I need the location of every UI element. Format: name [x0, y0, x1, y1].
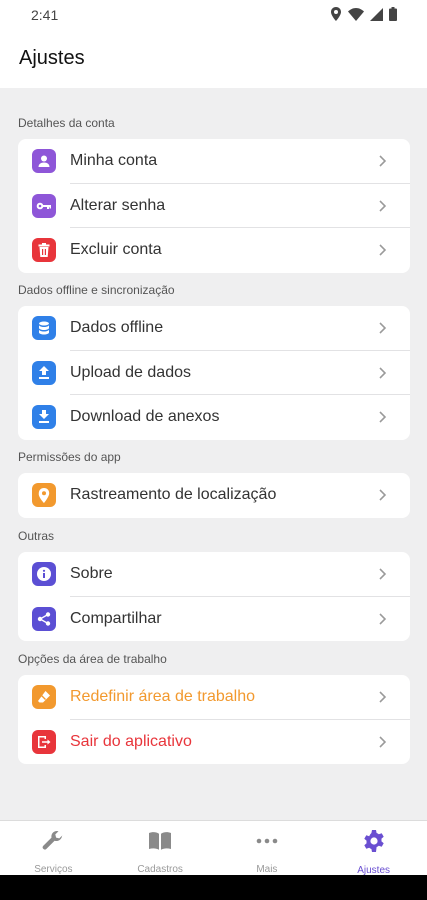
- chevron-right-icon: [379, 568, 387, 580]
- trash-icon: [32, 238, 56, 262]
- card-offline: Dados offline Upload de dados Download d…: [18, 306, 410, 440]
- book-icon: [148, 829, 172, 852]
- info-icon: [32, 562, 56, 586]
- status-icons: [330, 7, 397, 21]
- row-label: Excluir conta: [70, 241, 162, 259]
- row-label: Compartilhar: [70, 609, 162, 627]
- section-label-offline: Dados offline e sincronização: [18, 283, 175, 297]
- row-sair-aplicativo[interactable]: Sair do aplicativo: [18, 720, 410, 765]
- wrench-icon: [41, 829, 65, 852]
- battery-icon: [389, 7, 397, 21]
- nav-item-servicos[interactable]: Serviços: [0, 821, 107, 875]
- row-label: Dados offline: [70, 319, 164, 337]
- location-status-icon: [331, 7, 341, 21]
- nav-label: Cadastros: [137, 864, 183, 875]
- row-label: Redefinir área de trabalho: [70, 688, 256, 706]
- key-icon: [32, 193, 56, 218]
- settings-content[interactable]: Detalhes da conta Minha conta Alterar se…: [0, 88, 427, 820]
- chevron-right-icon: [379, 612, 387, 625]
- chevron-right-icon: [379, 366, 387, 379]
- chevron-right-icon: [379, 489, 387, 501]
- database-icon: [32, 316, 56, 340]
- row-label: Download de anexos: [70, 408, 220, 426]
- row-minha-conta[interactable]: Minha conta: [18, 139, 410, 184]
- row-excluir-conta[interactable]: Excluir conta: [18, 228, 410, 273]
- nav-item-cadastros[interactable]: Cadastros: [107, 821, 214, 875]
- section-label-permissions: Permissões do app: [18, 450, 121, 464]
- nav-item-ajustes[interactable]: Ajustes: [320, 821, 427, 876]
- row-label: Sair do aplicativo: [70, 732, 192, 750]
- more-icon: [255, 829, 279, 852]
- row-label: Minha conta: [70, 152, 158, 170]
- card-account: Minha conta Alterar senha Excluir conta: [18, 139, 410, 273]
- row-alterar-senha[interactable]: Alterar senha: [18, 184, 410, 228]
- system-navigation-bar: [0, 875, 427, 900]
- row-rastreamento-localizacao[interactable]: Rastreamento de localização: [18, 473, 410, 518]
- status-time: 2:41: [31, 7, 59, 23]
- wifi-icon: [348, 7, 364, 21]
- nav-label: Mais: [256, 864, 278, 875]
- row-label: Sobre: [70, 565, 113, 583]
- chevron-right-icon: [379, 155, 387, 167]
- row-redefinir-area[interactable]: Redefinir área de trabalho: [18, 675, 410, 720]
- row-compartilhar[interactable]: Compartilhar: [18, 597, 410, 642]
- eraser-icon: [32, 685, 56, 709]
- row-download-anexos[interactable]: Download de anexos: [18, 395, 410, 440]
- gear-icon: [362, 829, 386, 853]
- logout-icon: [32, 729, 56, 754]
- download-icon: [32, 405, 56, 429]
- chevron-right-icon: [379, 244, 387, 256]
- section-label-workspace: Opções da área de trabalho: [18, 652, 167, 666]
- card-other: Sobre Compartilhar: [18, 552, 410, 641]
- section-label-account: Detalhes da conta: [18, 116, 115, 130]
- app-bar: Ajustes: [0, 30, 427, 88]
- row-label: Rastreamento de localização: [70, 486, 277, 504]
- status-bar: 2:41: [0, 0, 427, 30]
- card-workspace: Redefinir área de trabalho Sair do aplic…: [18, 675, 410, 764]
- location-icon: [32, 483, 56, 507]
- row-dados-offline[interactable]: Dados offline: [18, 306, 410, 351]
- chevron-right-icon: [379, 322, 387, 334]
- signal-icon: [370, 7, 383, 21]
- chevron-right-icon: [379, 199, 387, 212]
- share-icon: [32, 606, 56, 631]
- card-permissions: Rastreamento de localização: [18, 473, 410, 518]
- chevron-right-icon: [379, 411, 387, 423]
- row-upload-dados[interactable]: Upload de dados: [18, 351, 410, 395]
- row-label: Upload de dados: [70, 363, 191, 381]
- person-icon: [32, 149, 56, 173]
- upload-icon: [32, 360, 56, 385]
- nav-item-mais[interactable]: Mais: [214, 821, 321, 875]
- page-title: Ajustes: [19, 47, 85, 69]
- chevron-right-icon: [379, 691, 387, 703]
- chevron-right-icon: [379, 735, 387, 748]
- section-label-other: Outras: [18, 529, 55, 543]
- row-label: Alterar senha: [70, 196, 166, 214]
- bottom-navigation: Serviços Cadastros Mais Ajustes: [0, 820, 427, 876]
- nav-label: Serviços: [34, 864, 73, 875]
- row-sobre[interactable]: Sobre: [18, 552, 410, 597]
